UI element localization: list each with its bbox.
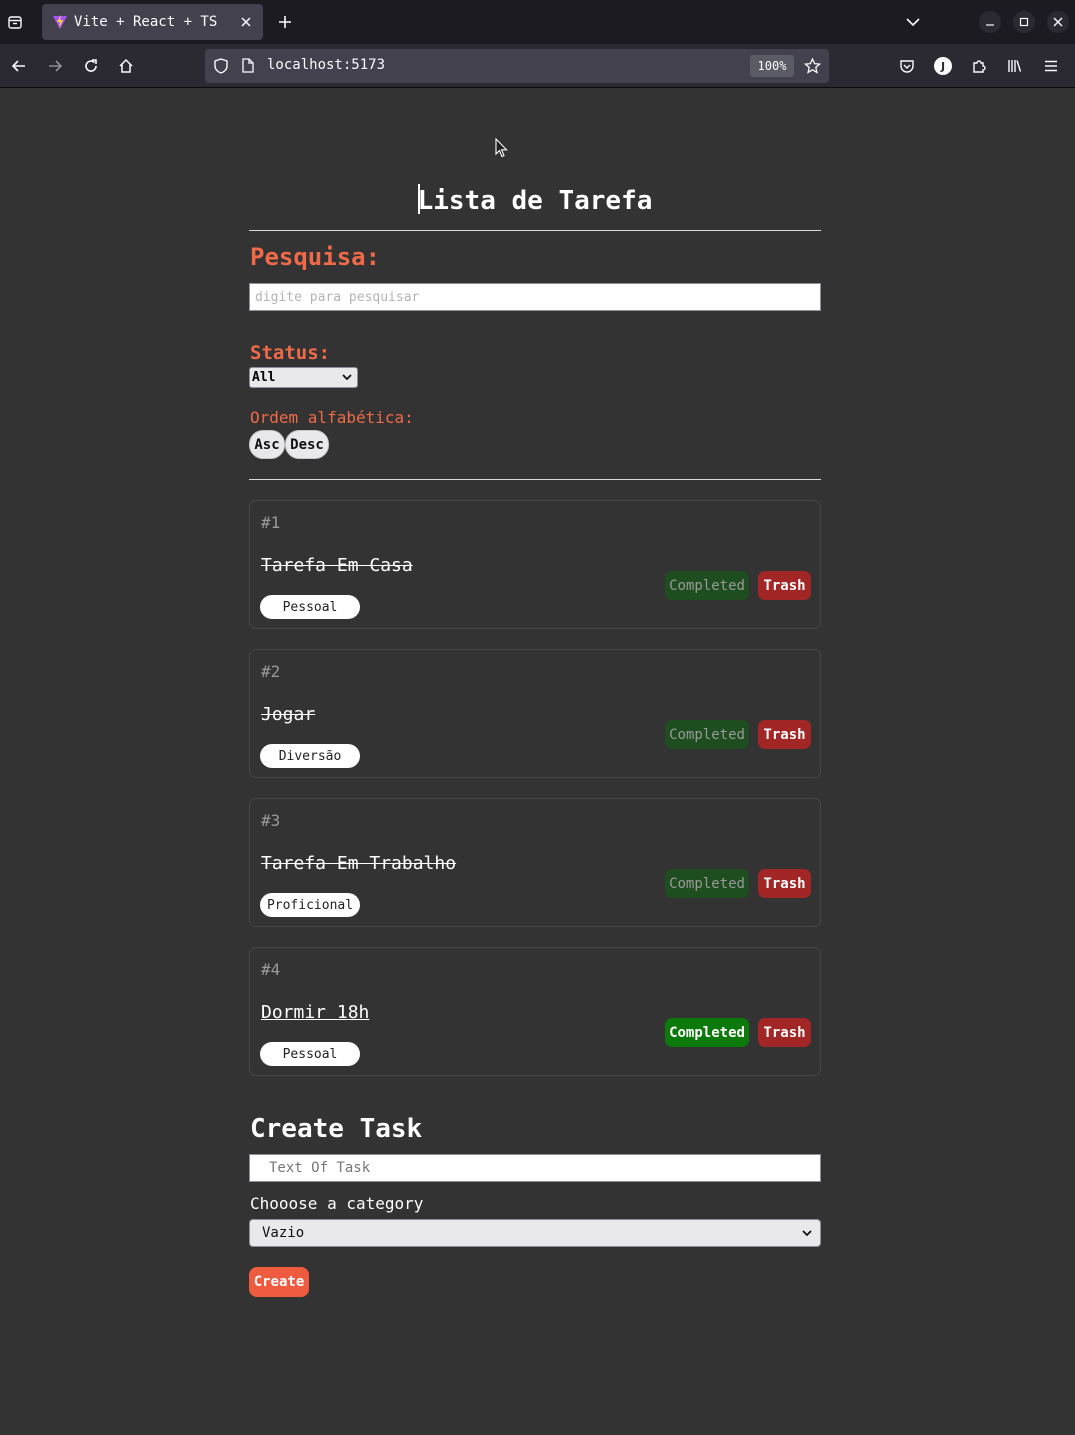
status-select[interactable]: All — [249, 367, 358, 388]
status-select-value: All — [252, 370, 276, 385]
forward-icon[interactable] — [44, 55, 66, 77]
browser-tab[interactable]: Vite + React + TS — [42, 4, 263, 40]
task-card: #4 Dormir 18h Pessoal Completed Trash — [249, 947, 821, 1076]
mouse-cursor-icon — [495, 138, 508, 158]
completed-button[interactable]: Completed — [665, 1018, 749, 1047]
extensions-icon[interactable] — [968, 55, 990, 77]
create-task-heading: Create Task — [250, 1114, 423, 1144]
tab-title: Vite + React + TS — [74, 14, 218, 30]
url-bar[interactable]: localhost:5173 100% — [205, 49, 829, 83]
task-text-input[interactable] — [249, 1154, 821, 1182]
account-icon[interactable]: J — [932, 55, 954, 77]
chevron-down-icon — [342, 374, 352, 381]
text-caret — [417, 183, 420, 214]
vite-logo-icon — [53, 15, 67, 29]
divider — [249, 230, 821, 231]
completed-button[interactable]: Completed — [665, 869, 749, 898]
browser-nav-bar: localhost:5173 100% J — [0, 44, 1075, 88]
menu-icon[interactable] — [1040, 55, 1062, 77]
list-all-tabs-icon[interactable] — [902, 11, 924, 33]
library-icon[interactable] — [1004, 55, 1026, 77]
back-icon[interactable] — [8, 55, 30, 77]
page-icon — [242, 58, 254, 73]
task-title: Dormir 18h — [261, 1002, 370, 1023]
url-text: localhost:5173 — [267, 57, 386, 73]
category-label: Chooose a category — [250, 1194, 424, 1213]
browser-tab-bar: Vite + React + TS — [0, 0, 1075, 44]
chevron-down-icon — [802, 1230, 812, 1237]
search-label: Pesquisa: — [250, 243, 381, 271]
task-category-badge: Diversão — [260, 744, 360, 768]
task-category-badge: Pessoal — [260, 1042, 360, 1066]
task-number: #4 — [261, 960, 281, 979]
trash-button[interactable]: Trash — [758, 720, 811, 749]
task-category-badge: Pessoal — [260, 595, 360, 619]
trash-button[interactable]: Trash — [758, 869, 811, 898]
sort-label: Ordem alfabética: — [250, 408, 414, 427]
close-tab-icon[interactable] — [237, 13, 255, 31]
close-window-icon[interactable] — [1047, 11, 1069, 33]
completed-button[interactable]: Completed — [665, 720, 749, 749]
pocket-icon[interactable] — [896, 55, 918, 77]
task-card: #2 Jogar Diversão Completed Trash — [249, 649, 821, 778]
minimize-icon[interactable] — [979, 11, 1001, 33]
task-category-badge: Proficional — [260, 893, 360, 917]
category-select-value: Vazio — [262, 1225, 305, 1241]
trash-button[interactable]: Trash — [758, 571, 811, 600]
task-card: #3 Tarefa Em Trabalho Proficional Comple… — [249, 798, 821, 927]
search-input[interactable] — [249, 283, 821, 311]
page-title: Lista de Tarefa — [249, 183, 821, 217]
task-number: #1 — [261, 513, 281, 532]
category-select[interactable]: Vazio — [249, 1219, 821, 1247]
bookmark-star-icon[interactable] — [804, 58, 821, 74]
trash-button[interactable]: Trash — [758, 1018, 811, 1047]
status-label: Status: — [250, 342, 331, 364]
zoom-indicator[interactable]: 100% — [750, 55, 794, 77]
sort-desc-button[interactable]: Desc — [285, 430, 329, 459]
tab-list-icon[interactable] — [4, 11, 26, 33]
task-title: Jogar — [261, 704, 316, 725]
task-title: Tarefa Em Casa — [261, 555, 413, 576]
sort-asc-button[interactable]: Asc — [249, 430, 285, 459]
page-title-text: Lista de Tarefa — [417, 186, 653, 216]
task-title: Tarefa Em Trabalho — [261, 853, 457, 874]
task-card: #1 Tarefa Em Casa Pessoal Completed Tras… — [249, 500, 821, 629]
new-tab-icon[interactable] — [274, 11, 296, 33]
task-number: #3 — [261, 811, 281, 830]
shield-icon[interactable] — [214, 58, 228, 74]
divider — [249, 479, 821, 480]
home-icon[interactable] — [115, 55, 137, 77]
task-number: #2 — [261, 662, 281, 681]
reload-icon[interactable] — [80, 55, 102, 77]
completed-button[interactable]: Completed — [665, 571, 749, 600]
create-button[interactable]: Create — [249, 1267, 309, 1297]
maximize-icon[interactable] — [1013, 11, 1035, 33]
